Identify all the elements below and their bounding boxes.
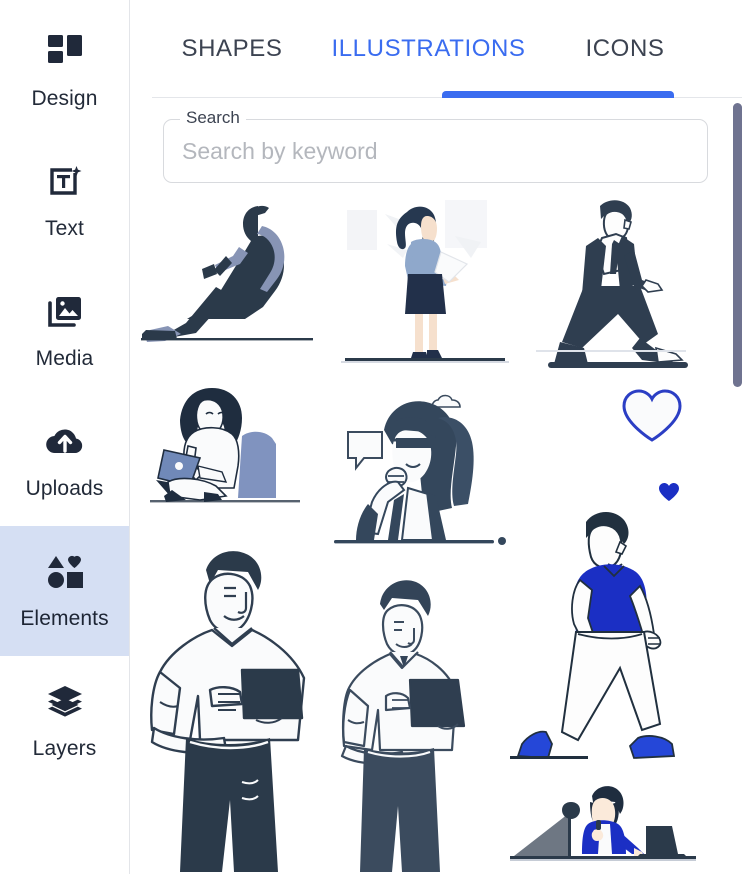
illustration-card-walking-man-suit[interactable]: [530, 192, 710, 382]
illustration-card-seated-man-phone[interactable]: [138, 192, 318, 357]
sidebar-item-label: Uploads: [25, 477, 104, 500]
illustration-card-man-tablet-looking-up[interactable]: [338, 570, 498, 872]
grid-squares-icon: [44, 31, 86, 73]
sidebar-item-label: Media: [35, 347, 94, 370]
search-field-wrapper: Search: [163, 108, 708, 183]
sidebar-item-label: Layers: [32, 737, 97, 760]
sidebar-item-layers[interactable]: Layers: [0, 656, 129, 786]
sidebar-item-label: Text: [45, 217, 84, 240]
search-input[interactable]: [163, 119, 708, 183]
sidebar-item-label: Design: [31, 87, 98, 110]
sidebar-item-uploads[interactable]: Uploads: [0, 396, 129, 526]
illustration-card-man-holding-tablet[interactable]: [138, 542, 328, 872]
layers-stack-icon: [44, 681, 86, 723]
results-scrollbar-thumb[interactable]: [733, 103, 742, 387]
sidebar-item-media[interactable]: Media: [0, 266, 129, 396]
tab-illustrations[interactable]: ILLUSTRATIONS: [312, 0, 545, 98]
illustration-card-walking-man-blue-shirt[interactable]: [508, 504, 698, 786]
elements-panel-app: Design Text Media Uploads Elements Layer…: [0, 0, 750, 874]
illustration-results-grid: [130, 192, 750, 874]
illustration-card-heart-outline[interactable]: [620, 388, 684, 444]
cloud-upload-icon: [44, 421, 86, 463]
heart-outline-shape: [622, 389, 682, 442]
elements-main-panel: SHAPES ILLUSTRATIONS ICONS Search: [130, 0, 750, 874]
illustration-card-woman-sunglasses-thinking[interactable]: [330, 384, 510, 562]
tab-icons[interactable]: ICONS: [545, 0, 705, 98]
illustration-card-heart-filled[interactable]: [658, 482, 680, 502]
tab-shapes[interactable]: SHAPES: [152, 0, 312, 98]
illustration-card-standing-businesswoman[interactable]: [335, 192, 515, 374]
sidebar-item-design[interactable]: Design: [0, 6, 129, 136]
illustration-card-woman-presenting-desk[interactable]: [508, 780, 698, 874]
active-tab-underline: [442, 91, 674, 98]
left-sidebar: Design Text Media Uploads Elements Layer…: [0, 0, 130, 874]
illustration-card-woman-laptop-cushion[interactable]: [142, 380, 322, 510]
shapes-icon: [44, 551, 86, 593]
sidebar-item-text[interactable]: Text: [0, 136, 129, 266]
text-box-plus-icon: [44, 161, 86, 203]
sidebar-item-label: Elements: [20, 607, 109, 630]
sidebar-item-elements[interactable]: Elements: [0, 526, 129, 656]
results-scrollbar-track[interactable]: [733, 103, 746, 873]
heart-filled-shape: [659, 483, 679, 501]
category-tabbar: SHAPES ILLUSTRATIONS ICONS: [130, 0, 750, 98]
search-field-label: Search: [180, 108, 246, 128]
image-stack-icon: [44, 291, 86, 333]
